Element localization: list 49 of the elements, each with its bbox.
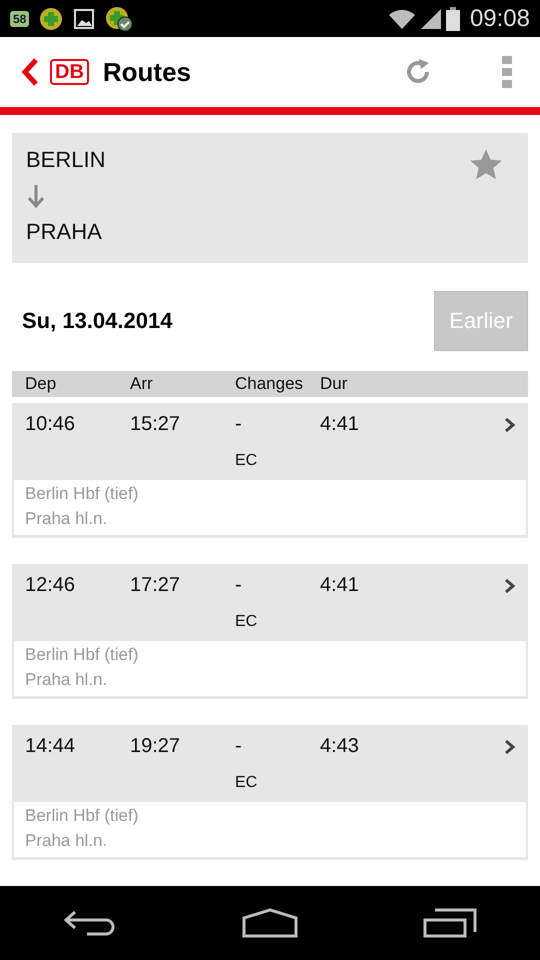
arrival-time: 15:27 bbox=[130, 413, 182, 436]
departure-time: 12:46 bbox=[25, 574, 76, 597]
column-header: Changes bbox=[235, 374, 304, 394]
home-nav-icon[interactable] bbox=[242, 908, 298, 938]
connection-card[interactable]: 12:46 17:27 - 4:41 EC Berlin Hbf (tief) Praha hl.n. bbox=[12, 564, 528, 699]
arrival-station: Praha hl.n. bbox=[25, 509, 108, 529]
arrival-station: Praha hl.n. bbox=[25, 670, 108, 690]
wifi-icon bbox=[388, 8, 416, 30]
departure-time: 10:46 bbox=[25, 413, 76, 436]
duration: 4:41 bbox=[320, 574, 359, 597]
plus-circle-icon bbox=[39, 6, 64, 30]
arrow-down-icon bbox=[26, 183, 46, 209]
departure-station: Berlin Hbf (tief) bbox=[25, 806, 140, 826]
duration: 4:41 bbox=[320, 413, 359, 436]
departure-station: Berlin Hbf (tief) bbox=[25, 645, 140, 665]
plus-circle-check-icon bbox=[105, 6, 134, 32]
train-type: EC bbox=[235, 774, 258, 791]
screen-title: Routes bbox=[102, 56, 192, 88]
db-logo: DB bbox=[50, 59, 89, 85]
image-icon bbox=[73, 8, 96, 30]
clock-time: 09:08 bbox=[470, 4, 530, 32]
back-icon[interactable] bbox=[20, 58, 40, 86]
chevron-right-icon bbox=[504, 578, 516, 594]
departure-time: 14:44 bbox=[25, 735, 76, 758]
departure-station: Berlin Hbf (tief) bbox=[25, 484, 140, 504]
train-type: EC bbox=[235, 613, 258, 630]
chevron-right-icon bbox=[504, 416, 516, 432]
origin-station: BERLIN bbox=[26, 147, 106, 173]
recents-nav-icon[interactable] bbox=[423, 908, 478, 938]
train-type: EC bbox=[235, 452, 258, 469]
changes-count: - bbox=[235, 735, 243, 758]
column-header: Dur bbox=[320, 374, 348, 394]
back-nav-icon[interactable] bbox=[62, 908, 117, 938]
duration: 4:43 bbox=[320, 735, 359, 758]
connection-card[interactable]: 14:44 19:27 - 4:43 EC Berlin Hbf (tief) Praha hl.n. bbox=[12, 725, 528, 860]
changes-count: - bbox=[235, 574, 243, 597]
changes-count: - bbox=[235, 413, 243, 436]
arrival-time: 17:27 bbox=[130, 574, 182, 597]
arrival-time: 19:27 bbox=[130, 735, 182, 758]
signal-icon bbox=[420, 8, 442, 30]
column-header: Dep bbox=[25, 374, 58, 394]
destination-station: PRAHA bbox=[26, 219, 103, 245]
column-header: Arr bbox=[130, 374, 154, 394]
connection-card[interactable]: 10:46 15:27 - 4:41 EC Berlin Hbf (tief) Praha hl.n. bbox=[12, 403, 528, 538]
chevron-right-icon bbox=[504, 738, 516, 754]
travel-date: Su, 13.04.2014 bbox=[21, 308, 172, 334]
arrival-station: Praha hl.n. bbox=[25, 831, 108, 851]
battery-app-icon: 58 bbox=[10, 10, 30, 26]
battery-icon bbox=[446, 6, 460, 30]
